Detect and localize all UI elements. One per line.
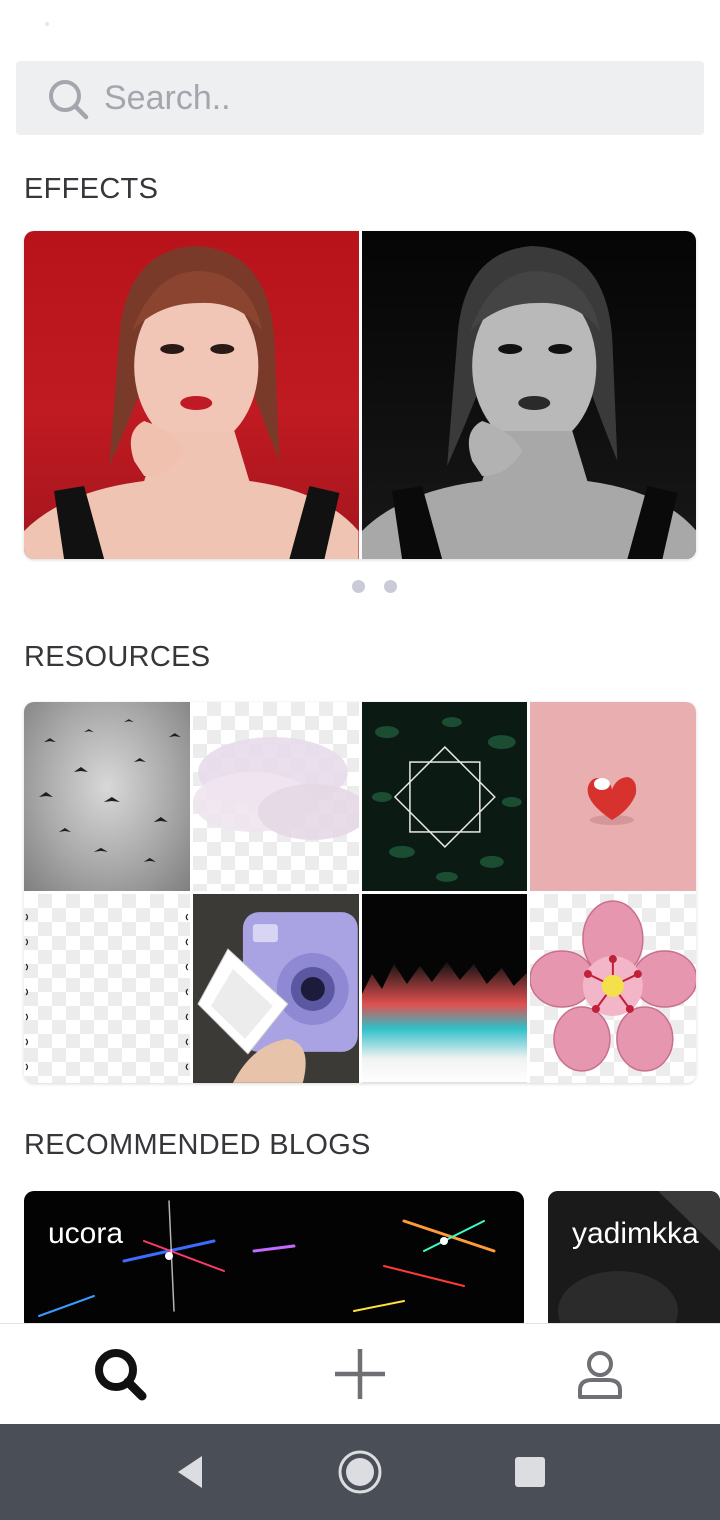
blog-name: yadimkka (572, 1217, 699, 1250)
nav-create-button[interactable] (300, 1324, 420, 1424)
resource-transparent-border[interactable] (24, 894, 190, 1083)
search-bar[interactable] (16, 61, 704, 135)
effect-monochrome-image[interactable] (361, 231, 696, 559)
app-screen: EFFECTS (0, 0, 720, 1520)
search-icon (95, 1349, 147, 1401)
search-icon (49, 80, 89, 120)
blog-card-yadimkka[interactable]: yadimkka (548, 1191, 720, 1323)
blogs-carousel[interactable]: ucora yadimkka (24, 1191, 720, 1323)
effect-original-image[interactable] (24, 231, 359, 559)
blog-card-ucora[interactable]: ucora (24, 1191, 524, 1323)
home-icon (338, 1450, 382, 1494)
resource-heart-sticker[interactable] (530, 702, 696, 891)
bottom-navigation (0, 1323, 720, 1424)
status-indicator (45, 22, 49, 26)
nav-search-button[interactable] (60, 1324, 180, 1424)
effects-title: EFFECTS (24, 173, 159, 205)
resources-title: RESOURCES (24, 641, 211, 673)
page-dot-1[interactable] (352, 580, 365, 593)
resource-instax-camera[interactable] (192, 894, 359, 1083)
resource-pink-flower[interactable] (530, 894, 696, 1083)
blog-name: ucora (48, 1217, 124, 1250)
plus-icon (335, 1349, 385, 1399)
resource-birds-sky[interactable] (24, 702, 190, 891)
effects-carousel[interactable] (24, 231, 696, 559)
resource-leaves-frame[interactable] (361, 702, 528, 891)
resource-glitch-light[interactable] (361, 894, 528, 1083)
resource-clouds[interactable] (192, 702, 359, 891)
system-recents-button[interactable] (504, 1446, 556, 1498)
page-dot-2[interactable] (384, 580, 397, 593)
recents-icon (515, 1457, 545, 1487)
system-home-button[interactable] (334, 1446, 386, 1498)
profile-icon (578, 1351, 622, 1399)
nav-profile-button[interactable] (540, 1324, 660, 1424)
system-back-button[interactable] (164, 1446, 216, 1498)
system-navigation-bar (0, 1424, 720, 1520)
blogs-title: RECOMMENDED BLOGS (24, 1129, 371, 1161)
back-icon (178, 1456, 202, 1488)
search-input[interactable] (104, 75, 684, 121)
carousel-page-indicator (352, 580, 397, 593)
resources-grid (24, 702, 696, 1083)
